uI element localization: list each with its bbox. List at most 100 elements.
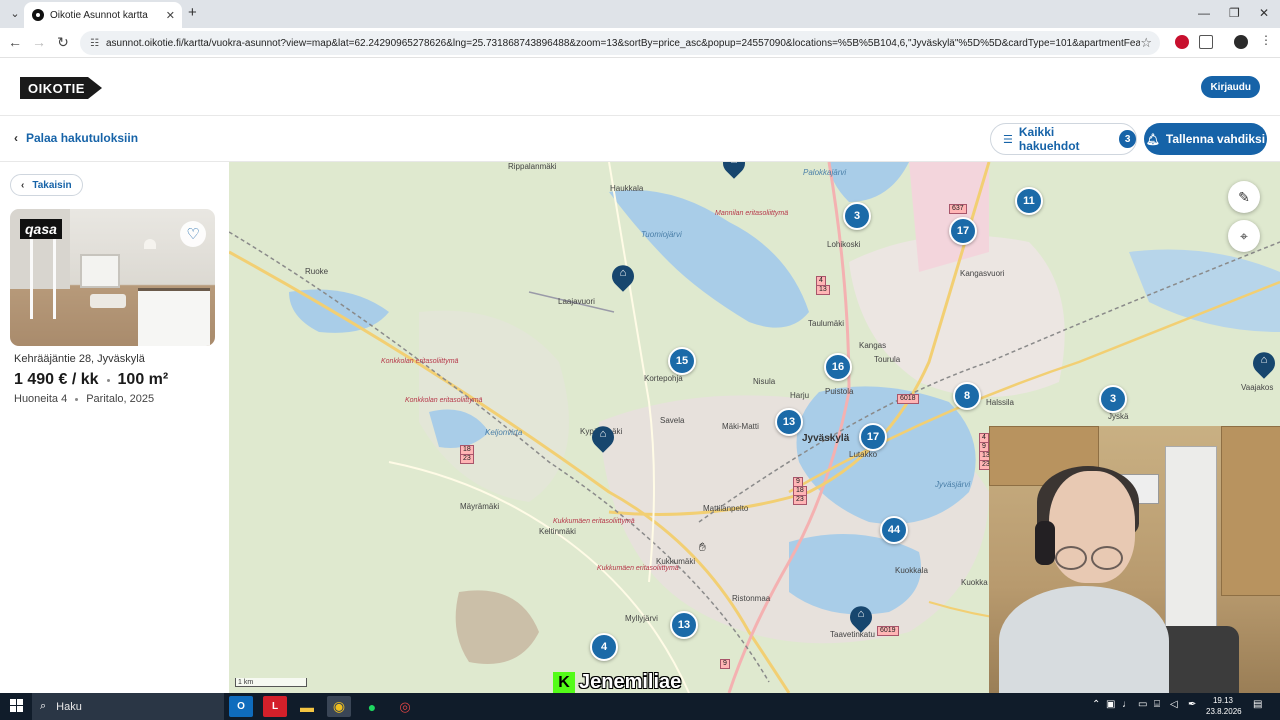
takaisin-button[interactable]: ‹ Takaisin: [10, 174, 83, 196]
taskbar-search[interactable]: ⌕ Haku: [32, 693, 224, 720]
profile-avatar-icon[interactable]: [1234, 35, 1248, 49]
volume-icon[interactable]: ◁: [1170, 699, 1178, 710]
place-label: Keltinmäki: [539, 527, 576, 536]
place-label: Ruoke: [305, 267, 329, 276]
obs-icon[interactable]: ◎: [393, 696, 417, 717]
new-tab-icon[interactable]: +: [188, 5, 197, 21]
taskbar-clock[interactable]: 19.13 23.8.2026: [1206, 695, 1242, 717]
place-label: Kangas: [859, 341, 887, 350]
listing-panel: ‹ Takaisin qasa ♡ Kehrääjäntie 28, Jyväs…: [0, 162, 229, 693]
road-number: 13: [816, 285, 830, 295]
save-watch-button[interactable]: 🔔︎ Tallenna vahdiksi: [1144, 123, 1267, 155]
lake-label: Jyväsjärvi: [935, 480, 971, 489]
listing-cluster[interactable]: 3: [843, 202, 871, 230]
tab-title: Oikotie Asunnot kartta: [50, 9, 148, 21]
interchange-label: Kukkumäen eritasoliittymä: [553, 518, 635, 525]
listing-rooms: Huoneita 4: [14, 393, 68, 405]
notifications-icon[interactable]: ▤: [1253, 699, 1262, 710]
listing-cluster[interactable]: 4: [590, 633, 618, 661]
spotify-icon[interactable]: ●: [360, 696, 384, 717]
minimize-icon[interactable]: —: [1198, 6, 1210, 20]
back-to-results-link[interactable]: ‹ Palaa hakutuloksiin: [14, 131, 138, 145]
file-explorer-icon[interactable]: ▬: [295, 696, 319, 717]
listing-address[interactable]: Kehrääjäntie 28, Jyväskylä: [14, 353, 145, 365]
listing-price-row: 1 490 € / kk 100 m²: [14, 371, 168, 389]
place-label: Puistola: [825, 387, 854, 396]
interchange-label: Kukkumäen eritasoliittymä: [597, 565, 679, 572]
house-icon: ⌂: [599, 428, 607, 441]
photo-sofa: [90, 294, 126, 308]
display-icon[interactable]: ▭: [1138, 699, 1147, 710]
browser-tab[interactable]: Oikotie Asunnot kartta ✕: [24, 2, 182, 28]
clock-time: 19.13: [1212, 696, 1234, 705]
listing-cluster[interactable]: 13: [775, 408, 803, 436]
house-icon: ⌂: [619, 267, 627, 280]
place-label: Nisula: [753, 377, 776, 386]
chrome-icon[interactable]: ◉: [327, 696, 351, 717]
photo-lamp: [144, 239, 156, 249]
site-info-icon[interactable]: ☷: [90, 38, 99, 49]
listing-pin[interactable]: ⌂: [845, 601, 877, 634]
draw-pencil-icon[interactable]: ✎: [1228, 181, 1260, 213]
login-button[interactable]: Kirjaudu: [1201, 76, 1260, 98]
microphone-icon[interactable]: ♩: [1122, 699, 1132, 710]
locate-me-icon[interactable]: ⌖: [1228, 220, 1260, 252]
webcam-hoodie: [999, 586, 1169, 693]
field-area: [455, 590, 539, 664]
window-close-icon[interactable]: ✕: [1259, 6, 1269, 20]
photo-window: [80, 254, 120, 288]
outlook-icon[interactable]: O: [229, 696, 253, 717]
listing-cluster[interactable]: 16: [824, 353, 852, 381]
windows-start-icon[interactable]: [10, 699, 24, 713]
road-number: 6018: [897, 394, 919, 404]
restore-icon[interactable]: ❐: [1229, 6, 1240, 20]
place-label: Laajavuori: [558, 297, 595, 306]
app-l-icon[interactable]: L: [263, 696, 287, 717]
qasa-badge: qasa: [20, 219, 62, 239]
extension-red-icon[interactable]: [1175, 35, 1189, 49]
listing-pin[interactable]: ⌂: [718, 162, 750, 180]
listing-cluster[interactable]: 17: [949, 217, 977, 245]
tab-close-icon[interactable]: ✕: [166, 9, 175, 22]
listing-cluster[interactable]: 17: [859, 423, 887, 451]
listing-cluster[interactable]: 3: [1099, 385, 1127, 413]
listing-pin[interactable]: ⌂: [607, 260, 639, 293]
clock-date: 23.8.2026: [1206, 707, 1242, 716]
place-label: Kuokka: [961, 578, 988, 587]
stream-name-overlay: K Jenemiliae: [553, 671, 681, 694]
separator-dot: [106, 378, 110, 382]
listing-cluster[interactable]: 15: [668, 347, 696, 375]
all-filters-button[interactable]: ☰ Kaikki hakuehdot 3: [990, 123, 1137, 155]
pen-icon[interactable]: ✒: [1188, 699, 1196, 710]
extensions-puzzle-icon[interactable]: [1199, 35, 1213, 49]
place-label: Vaajakos: [1241, 383, 1274, 392]
place-label: Lohikoski: [827, 240, 861, 249]
webcam-cabinet: [1221, 426, 1280, 596]
place-label: Kortepohja: [644, 374, 683, 383]
back-arrow-icon[interactable]: ←: [7, 34, 23, 50]
listing-pin[interactable]: ⌂: [1248, 347, 1280, 380]
forward-arrow-icon[interactable]: →: [31, 34, 47, 50]
url-field[interactable]: ☷ asunnot.oikotie.fi/kartta/vuokra-asunn…: [80, 31, 1160, 55]
bookmark-star-icon[interactable]: ☆: [1140, 35, 1152, 51]
tab-search-icon[interactable]: ⌄: [6, 4, 24, 22]
lake-label: Keljonvirta: [485, 428, 523, 437]
listing-cluster[interactable]: 13: [670, 611, 698, 639]
favorite-heart-icon[interactable]: ♡: [180, 221, 206, 247]
place-label: Haukkala: [610, 184, 644, 193]
listing-cluster[interactable]: 8: [953, 382, 981, 410]
place-label: Kuokkala: [895, 566, 928, 575]
oikotie-logo[interactable]: OIKOTIE: [20, 77, 104, 99]
listing-photo[interactable]: qasa ♡: [10, 209, 215, 346]
tray-chevron-icon[interactable]: ⌃: [1092, 699, 1100, 710]
search-icon: ⌕: [40, 700, 47, 712]
browser-menu-icon[interactable]: ⋮: [1260, 33, 1272, 47]
road-number: 23: [793, 495, 807, 505]
oikotie-favicon-icon: [32, 9, 44, 21]
listing-cluster[interactable]: 44: [880, 516, 908, 544]
reload-icon[interactable]: ↻: [55, 34, 71, 51]
tray-app-icon[interactable]: ▣: [1106, 699, 1115, 710]
network-icon[interactable]: ⌸: [1154, 699, 1160, 710]
listing-pin[interactable]: ⌂: [587, 421, 619, 454]
listing-cluster[interactable]: 11: [1015, 187, 1043, 215]
